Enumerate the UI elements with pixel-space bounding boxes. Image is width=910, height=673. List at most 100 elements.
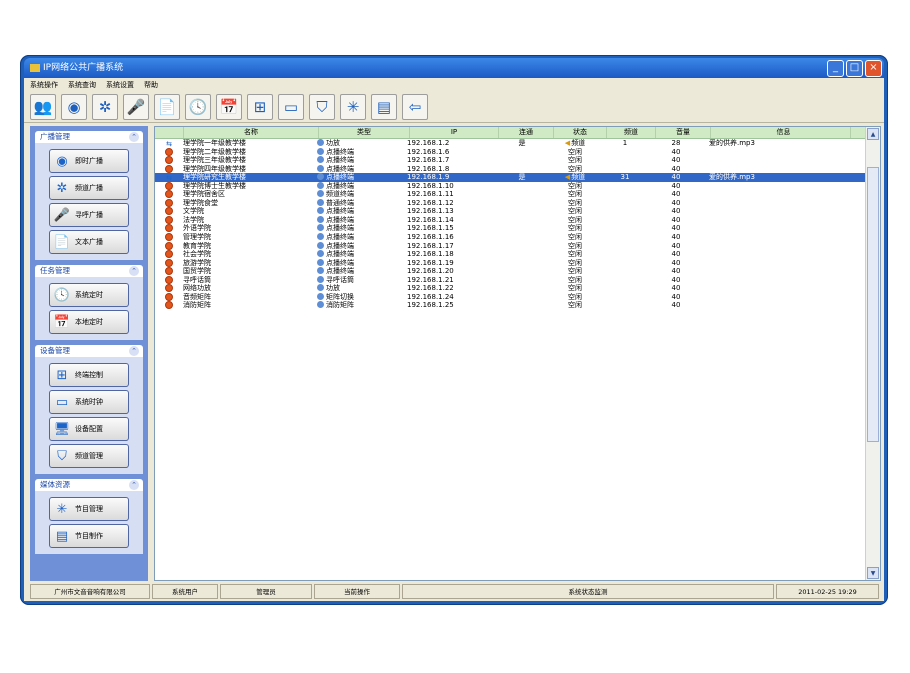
cell-info — [703, 276, 843, 285]
cell-volume: 40 — [649, 182, 703, 191]
status-datetime: 2011-02-25 19:29 — [776, 584, 879, 599]
row-status-cell — [155, 284, 183, 293]
table-row[interactable]: 教育学院 点播终端 192.168.1.17 空闲 40 — [155, 241, 866, 251]
cell-type-text: 频道终端 — [326, 190, 354, 199]
toolbar-button[interactable]: ▤ — [371, 94, 397, 120]
menu-item[interactable]: 系统查询 — [68, 78, 96, 92]
toolbar-button[interactable]: 🎤 — [123, 94, 149, 120]
table-row[interactable]: ⇆ 理学院一年级教学楼 功放 192.168.1.2 是 ◀频道 1 28 爱的供养.mp3 — [155, 139, 866, 148]
table-row[interactable]: 理学院宿舍区 频道终端 192.168.1.11 空闲 40 — [155, 190, 866, 199]
table-row[interactable]: 理学院食堂 普通终端 192.168.1.12 空闲 40 — [155, 198, 866, 208]
panel-header[interactable]: 设备管理 ⌃ — [35, 345, 143, 357]
table-row[interactable]: 音频矩阵 矩阵切换 192.168.1.24 空闲 40 — [155, 292, 866, 302]
toolbar-button[interactable]: 📄 — [154, 94, 180, 120]
toolbar-button[interactable]: ⇦ — [402, 94, 428, 120]
sidebar-button[interactable]: ⛉ 频道管理 — [49, 444, 129, 468]
collapse-icon[interactable]: ⌃ — [129, 132, 139, 142]
cell-status: 空闲 — [549, 207, 601, 216]
row-status-cell: ⇆ — [155, 173, 183, 182]
sidebar-button[interactable]: 🎤 寻呼广播 — [49, 203, 129, 227]
toolbar-button[interactable]: ▭ — [278, 94, 304, 120]
sidebar-button[interactable]: ▤ 节目制作 — [49, 524, 129, 548]
cell-type: 点播终端 — [317, 250, 407, 259]
toolbar-button[interactable]: ✲ — [92, 94, 118, 120]
sidebar-button[interactable]: ✲ 频道广播 — [49, 176, 129, 200]
toolbar-button[interactable]: 📅 — [216, 94, 242, 120]
microphone-icon: 🎤 — [53, 207, 71, 223]
column-header[interactable]: 频道 — [607, 127, 656, 138]
cell-ip: 192.168.1.17 — [407, 242, 495, 251]
cell-ip: 192.168.1.2 — [407, 139, 495, 148]
scroll-up-icon[interactable]: ▲ — [867, 128, 879, 140]
cell-volume-text: 40 — [671, 190, 681, 199]
record-icon: ◉ — [56, 153, 68, 169]
column-header[interactable]: 状态 — [554, 127, 607, 138]
menu-item[interactable]: 系统操作 — [30, 78, 58, 92]
minimize-button[interactable]: _ — [827, 60, 844, 77]
scroll-down-icon[interactable]: ▼ — [867, 567, 879, 579]
toolbar-button[interactable]: 🕓 — [185, 94, 211, 120]
table-row[interactable]: 国贸学院 点播终端 192.168.1.20 空闲 40 — [155, 267, 866, 276]
panel-header[interactable]: 媒体资源 ⌃ — [35, 479, 143, 491]
menu-item[interactable]: 帮助 — [144, 78, 158, 92]
table-row[interactable]: 旅游学院 点播终端 192.168.1.19 空闲 40 — [155, 258, 866, 268]
burst-icon: ✳ — [346, 98, 360, 116]
cell-link — [495, 216, 549, 225]
table-row[interactable]: 法学院 点播终端 192.168.1.14 空闲 40 — [155, 215, 866, 225]
table-row[interactable]: 社会学院 点播终端 192.168.1.18 空闲 40 — [155, 250, 866, 259]
column-header[interactable] — [155, 127, 184, 138]
toolbar-button[interactable]: ◉ — [61, 94, 87, 120]
table-row[interactable]: 管理学院 点播终端 192.168.1.16 空闲 40 — [155, 233, 866, 242]
table-row[interactable]: ⇆ 理学院研究生教学楼 点播终端 192.168.1.9 是 ◀频道 31 40 爱的供养.mp… — [155, 173, 866, 182]
collapse-icon[interactable]: ⌃ — [129, 346, 139, 356]
table-row[interactable]: 寻呼话筒 寻呼话筒 192.168.1.21 空闲 40 — [155, 275, 866, 285]
table-row[interactable]: 理学院博士生教学楼 点播终端 192.168.1.10 空闲 40 — [155, 181, 866, 191]
sidebar-button-label: 频道广播 — [75, 184, 103, 192]
vertical-scrollbar[interactable]: ▲ ▼ — [865, 127, 880, 580]
toolbar-button[interactable]: ⛉ — [309, 94, 335, 120]
sidebar-button[interactable]: 🖥 设备配置 — [49, 417, 129, 441]
toolbar-button[interactable]: ⊞ — [247, 94, 273, 120]
panel-header[interactable]: 广播管理 ⌃ — [35, 131, 143, 143]
table-row[interactable]: 消防矩阵 消防矩阵 192.168.1.25 空闲 40 — [155, 301, 866, 310]
sidebar-button[interactable]: ▭ 系统时钟 — [49, 390, 129, 414]
cell-name: 教育学院 — [183, 242, 317, 251]
scroll-thumb[interactable] — [867, 167, 879, 442]
column-header[interactable]: 信息 — [711, 127, 851, 138]
column-header[interactable]: 音量 — [656, 127, 711, 138]
exit-icon: ⇦ — [408, 98, 422, 116]
sidebar-button[interactable]: 📄 文本广播 — [49, 230, 129, 254]
column-header[interactable]: 类型 — [319, 127, 410, 138]
sidebar-button[interactable]: 🕓 系统定时 — [49, 283, 129, 307]
status-company: 广州市文音音响有限公司 — [30, 584, 150, 599]
network-icon: ⊞ — [56, 367, 68, 383]
toolbar-button[interactable]: ✳ — [340, 94, 366, 120]
table-row[interactable]: 文学院 点播终端 192.168.1.13 空闲 40 — [155, 207, 866, 216]
column-header[interactable]: 名称 — [184, 127, 319, 138]
cell-status-text: 空闲 — [568, 224, 582, 233]
terminal-type-icon — [317, 139, 324, 146]
cell-volume-text: 40 — [671, 284, 681, 293]
sidebar-button[interactable]: ⊞ 终端控制 — [49, 363, 129, 387]
maximize-button[interactable]: □ — [846, 60, 863, 77]
table-row[interactable]: 外语学院 点播终端 192.168.1.15 空闲 40 — [155, 224, 866, 233]
cell-info — [703, 284, 843, 293]
panel-header[interactable]: 任务管理 ⌃ — [35, 265, 143, 277]
table-row[interactable]: 理学院四年级教学楼 点播终端 192.168.1.8 空闲 40 — [155, 164, 866, 174]
close-button[interactable]: × — [865, 60, 882, 77]
sidebar-button[interactable]: 📅 本地定时 — [49, 310, 129, 334]
column-header[interactable]: IP — [410, 127, 499, 138]
table-row[interactable]: 理学院二年级教学楼 点播终端 192.168.1.6 空闲 40 — [155, 147, 866, 157]
terminal-type-icon — [317, 215, 324, 223]
collapse-icon[interactable]: ⌃ — [129, 480, 139, 490]
column-header[interactable]: 连通 — [499, 127, 554, 138]
sidebar-button[interactable]: ✳ 节目管理 — [49, 497, 129, 521]
collapse-icon[interactable]: ⌃ — [129, 266, 139, 276]
toolbar-button[interactable]: 👥 — [30, 94, 56, 120]
cell-info — [703, 165, 843, 174]
sidebar-button[interactable]: ◉ 即时广播 — [49, 149, 129, 173]
table-row[interactable]: 网络功放 功放 192.168.1.22 空闲 40 — [155, 284, 866, 293]
menu-item[interactable]: 系统设置 — [106, 78, 134, 92]
table-row[interactable]: 理学院三年级教学楼 点播终端 192.168.1.7 空闲 40 — [155, 156, 866, 165]
terminal-type-icon — [317, 250, 324, 258]
